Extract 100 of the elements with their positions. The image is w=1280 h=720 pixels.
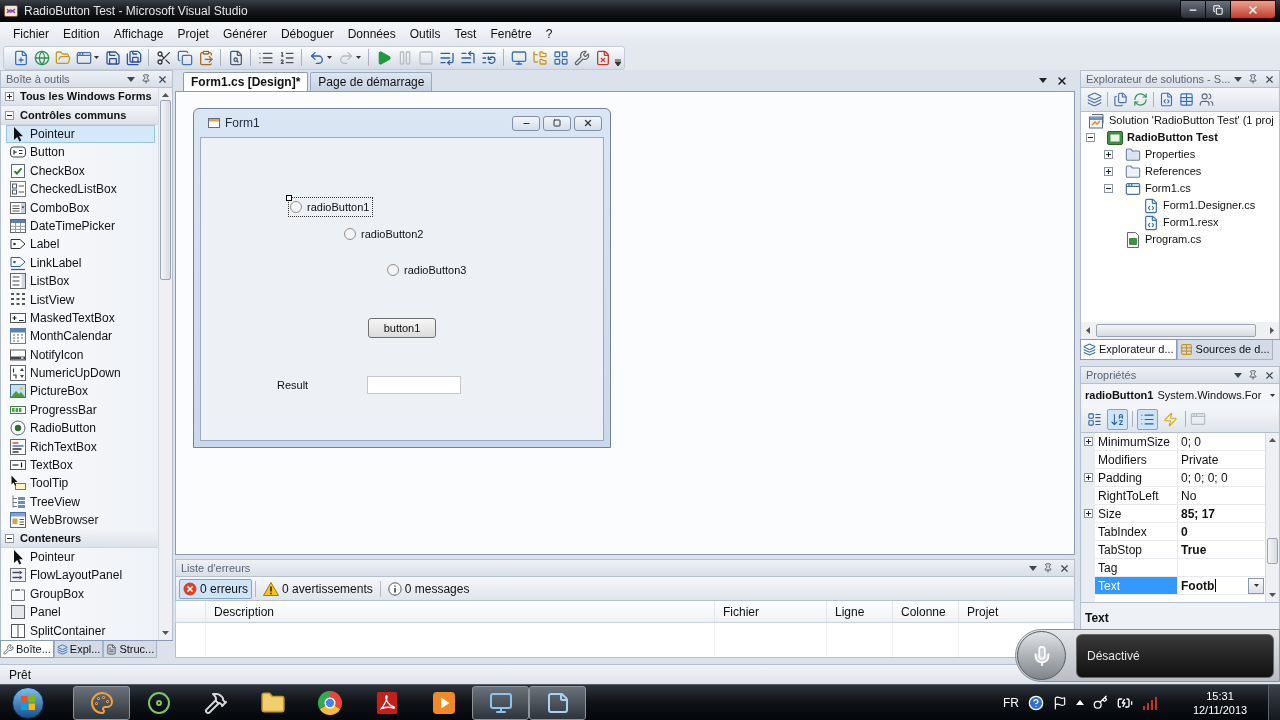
toolbox-item[interactable]: GroupBox xyxy=(6,584,155,603)
toolbox-item[interactable]: TextBox xyxy=(6,455,155,475)
toolbox-item[interactable]: Pointeur xyxy=(6,547,155,567)
toolbox-item[interactable]: FlowLayoutPanel xyxy=(6,566,155,585)
files-icon[interactable] xyxy=(1113,92,1128,107)
toolbox-group-header[interactable]: Tous les Windows Forms xyxy=(1,88,158,107)
text-field[interactable] xyxy=(367,376,461,394)
clock-date[interactable]: 12/11/2013 xyxy=(1192,702,1248,717)
radio-button[interactable]: radioButton3 xyxy=(385,261,470,279)
list-icon[interactable] xyxy=(1137,408,1158,430)
scroll-right-icon[interactable] xyxy=(1270,327,1274,334)
menu-item[interactable]: Fenêtre xyxy=(483,24,539,43)
document-tab[interactable]: Page de démarrage xyxy=(310,72,433,91)
property-value[interactable]: No xyxy=(1178,487,1265,504)
form-label[interactable]: Result xyxy=(276,376,310,395)
refresh-icon[interactable] xyxy=(1133,92,1148,107)
flag-icon[interactable] xyxy=(1053,695,1067,710)
property-value[interactable]: Private xyxy=(1178,451,1265,468)
caret-icon[interactable] xyxy=(94,56,99,59)
microphone-button[interactable] xyxy=(1017,631,1066,680)
toolbox-item[interactable]: ToolTip xyxy=(6,474,155,493)
toggle-box-icon[interactable] xyxy=(1104,184,1113,193)
save-all-icon[interactable] xyxy=(125,49,142,66)
save-icon[interactable] xyxy=(104,49,121,66)
toolbox-item[interactable]: LinkLabel xyxy=(6,253,155,272)
scroll-down-icon[interactable] xyxy=(1269,593,1276,597)
restore-button[interactable] xyxy=(1206,0,1231,19)
property-name[interactable]: RightToLeft xyxy=(1095,487,1178,504)
monitor-icon[interactable] xyxy=(510,49,527,66)
pin-icon[interactable] xyxy=(1248,74,1258,84)
menu-item[interactable]: Déboguer xyxy=(273,24,341,43)
toolbox-item[interactable]: Panel xyxy=(6,602,155,622)
caret-icon[interactable] xyxy=(327,56,332,59)
tree-item[interactable]: RadioButton Test xyxy=(1127,129,1218,146)
tree-item[interactable]: Solution 'RadioButton Test' (1 proj xyxy=(1109,112,1274,129)
toggle-box-icon[interactable] xyxy=(1086,133,1095,142)
toolbox-item[interactable]: ComboBox xyxy=(6,198,155,217)
caret-icon[interactable] xyxy=(356,56,361,59)
dropdown-button[interactable] xyxy=(1248,577,1264,594)
property-value[interactable]: 0; 0 xyxy=(1178,433,1265,450)
tree-item[interactable]: Form1.Designer.cs xyxy=(1163,197,1256,214)
scroll-up-icon[interactable] xyxy=(1269,438,1276,442)
close-icon[interactable] xyxy=(1264,369,1275,381)
filter-button[interactable]: 0 avertissements xyxy=(259,578,377,599)
toggle-box-icon[interactable] xyxy=(1104,167,1113,176)
property-name[interactable]: Size xyxy=(1095,505,1178,522)
new-file-icon[interactable] xyxy=(12,49,29,66)
property-value[interactable]: 85; 17 xyxy=(1178,505,1265,522)
toolbox-item[interactable]: NotifyIcon xyxy=(6,345,155,364)
caret-icon[interactable] xyxy=(1270,393,1275,397)
column-header[interactable]: Ligne xyxy=(827,601,893,622)
show-desktop-button[interactable] xyxy=(1268,685,1280,720)
close-button[interactable] xyxy=(574,115,602,131)
scrollbar-thumb[interactable] xyxy=(1096,324,1256,337)
toolbox-group-header[interactable]: Conteneurs xyxy=(1,529,158,548)
taskbar-app-button[interactable] xyxy=(472,685,529,720)
tree-item[interactable]: Program.cs xyxy=(1145,231,1202,248)
toolbox-item[interactable]: WebBrowser xyxy=(6,511,155,530)
toggle-box-icon[interactable] xyxy=(5,110,14,120)
panel-tab[interactable]: Explorateur d... xyxy=(1080,340,1177,360)
cut-icon[interactable] xyxy=(155,49,172,66)
column-header[interactable]: Fichier xyxy=(715,601,827,622)
toolbox-item[interactable]: CheckedListBox xyxy=(6,179,155,199)
dropdown-icon[interactable] xyxy=(1029,565,1037,571)
clock-time[interactable]: 15:31 xyxy=(1206,688,1234,703)
close-icon[interactable] xyxy=(157,73,168,85)
toolbox-item[interactable]: TreeView xyxy=(6,492,155,511)
taskbar-app-button[interactable] xyxy=(529,685,586,720)
scroll-left-icon[interactable] xyxy=(1086,327,1090,334)
menu-item[interactable]: Fichier xyxy=(6,24,56,43)
toolbox-item[interactable]: ListBox xyxy=(6,271,155,291)
column-header[interactable]: Projet xyxy=(959,601,1074,622)
object-selector[interactable]: radioButton1 System.Windows.For xyxy=(1080,384,1280,406)
toolbox-item[interactable]: MonthCalendar xyxy=(6,327,155,346)
menu-item[interactable]: Test xyxy=(447,24,484,43)
key-icon[interactable] xyxy=(1093,695,1108,710)
minimize-button[interactable] xyxy=(1180,0,1206,19)
toolbox-item[interactable]: CheckBox xyxy=(6,161,155,180)
menu-item[interactable]: Données xyxy=(340,24,403,43)
toolbar-overflow-icon[interactable] xyxy=(615,57,621,66)
taskbar-app-button[interactable] xyxy=(73,685,130,720)
tree-item[interactable]: Properties xyxy=(1145,146,1196,163)
tree-item[interactable]: Form1.cs xyxy=(1145,180,1191,197)
toggle-box-icon[interactable] xyxy=(5,533,14,543)
close-icon[interactable] xyxy=(1056,74,1068,87)
dropdown-icon[interactable] xyxy=(127,76,135,82)
property-name[interactable]: TabIndex xyxy=(1095,523,1178,540)
column-header[interactable]: Description xyxy=(206,601,715,622)
toolbox-item[interactable]: Button xyxy=(6,143,155,162)
toolbox-item[interactable]: NumericUpDown xyxy=(6,363,155,383)
toolbox-group-header[interactable]: Contrôles communs xyxy=(1,106,158,125)
toolbox-item[interactable]: ListView xyxy=(6,290,155,309)
find-icon[interactable] xyxy=(227,49,244,66)
property-name[interactable]: Padding xyxy=(1095,469,1178,486)
menu-item[interactable]: Générer xyxy=(215,24,274,43)
undo-icon[interactable] xyxy=(308,49,325,66)
pin-icon[interactable] xyxy=(1248,370,1258,380)
toggle-box-icon[interactable] xyxy=(1083,473,1093,482)
property-name[interactable]: MinimumSize xyxy=(1095,433,1178,450)
scroll-down-icon[interactable] xyxy=(162,631,169,635)
